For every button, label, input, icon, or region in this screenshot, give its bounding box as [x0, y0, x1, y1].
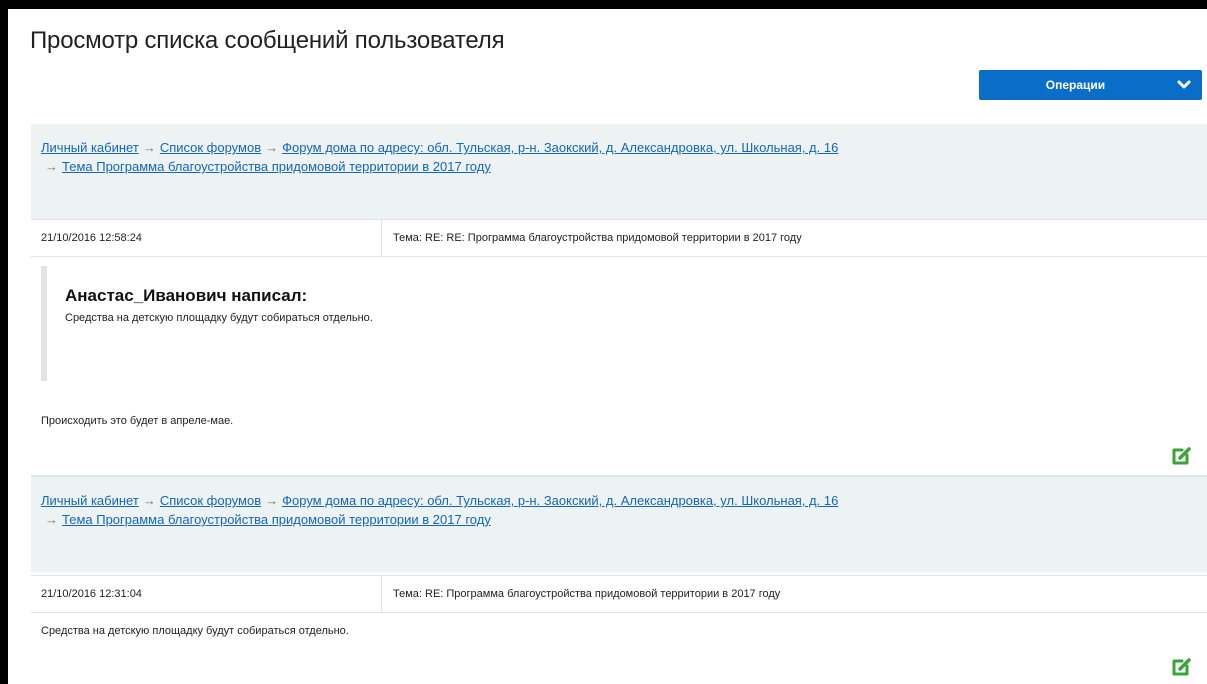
- breadcrumb: Личный кабинет → Список форумов → Форум дома…: [31, 124, 1207, 219]
- message-date: 21/10/2016 12:31:04: [41, 588, 142, 600]
- breadcrumb-topic-link[interactable]: Тема Программа благоустройства придомово…: [62, 159, 491, 174]
- operations-button[interactable]: Операции: [979, 70, 1202, 100]
- breadcrumb-forum-link[interactable]: Форум дома по адресу: обл. Тульская, р-н…: [282, 140, 838, 155]
- breadcrumb-topic-link[interactable]: Тема Программа благоустройства придомово…: [62, 512, 491, 527]
- breadcrumb-arrow: →: [45, 512, 58, 527]
- chevron-down-icon: [1177, 80, 1191, 89]
- message-date: 21/10/2016 12:58:24: [41, 232, 142, 244]
- message-meta-row: 21/10/2016 12:31:04 Тема: RE: Программа …: [31, 575, 1207, 613]
- breadcrumb-arrow: →: [265, 140, 279, 155]
- breadcrumb-forum-link[interactable]: Форум дома по адресу: обл. Тульская, р-н…: [282, 493, 838, 508]
- edit-icon[interactable]: [1171, 444, 1193, 466]
- page-frame: Просмотр списка сообщений пользователя О…: [8, 9, 1207, 684]
- message-body: Средства на детскую площадку будут собир…: [31, 613, 1207, 684]
- breadcrumb-arrow: →: [142, 493, 156, 508]
- breadcrumb-forums-link[interactable]: Список форумов: [160, 493, 261, 508]
- message-body: Анастас_Иванович написал: Средства на де…: [31, 257, 1207, 475]
- message-text: Происходить это будет в апреле-мае.: [41, 415, 234, 427]
- message-topic: Тема: RE: RE: Программа благоустройства …: [393, 232, 802, 244]
- quote-text: Средства на детскую площадку будут собир…: [65, 312, 373, 324]
- edit-icon[interactable]: [1171, 655, 1193, 677]
- breadcrumb-arrow: →: [45, 159, 58, 174]
- breadcrumb-arrow: →: [265, 493, 279, 508]
- breadcrumb-arrow: →: [142, 140, 156, 155]
- message-meta-row: 21/10/2016 12:58:24 Тема: RE: RE: Програ…: [31, 219, 1207, 257]
- message-quote: Анастас_Иванович написал: Средства на де…: [41, 266, 441, 381]
- operations-label: Операции: [1045, 78, 1106, 92]
- message-text: Средства на детскую площадку будут собир…: [41, 625, 349, 637]
- breadcrumb-forums-link[interactable]: Список форумов: [160, 140, 261, 155]
- breadcrumb-cabinet-link[interactable]: Личный кабинет: [41, 140, 139, 155]
- breadcrumb-cabinet-link[interactable]: Личный кабинет: [41, 493, 139, 508]
- message-topic: Тема: RE: Программа благоустройства прид…: [393, 588, 781, 600]
- quote-author: Анастас_Иванович написал:: [65, 286, 308, 305]
- column-separator: [381, 220, 382, 256]
- page-title: Просмотр списка сообщений пользователя: [30, 27, 505, 54]
- breadcrumb: Личный кабинет → Список форумов → Форум дома…: [31, 477, 1207, 572]
- column-separator: [381, 576, 382, 612]
